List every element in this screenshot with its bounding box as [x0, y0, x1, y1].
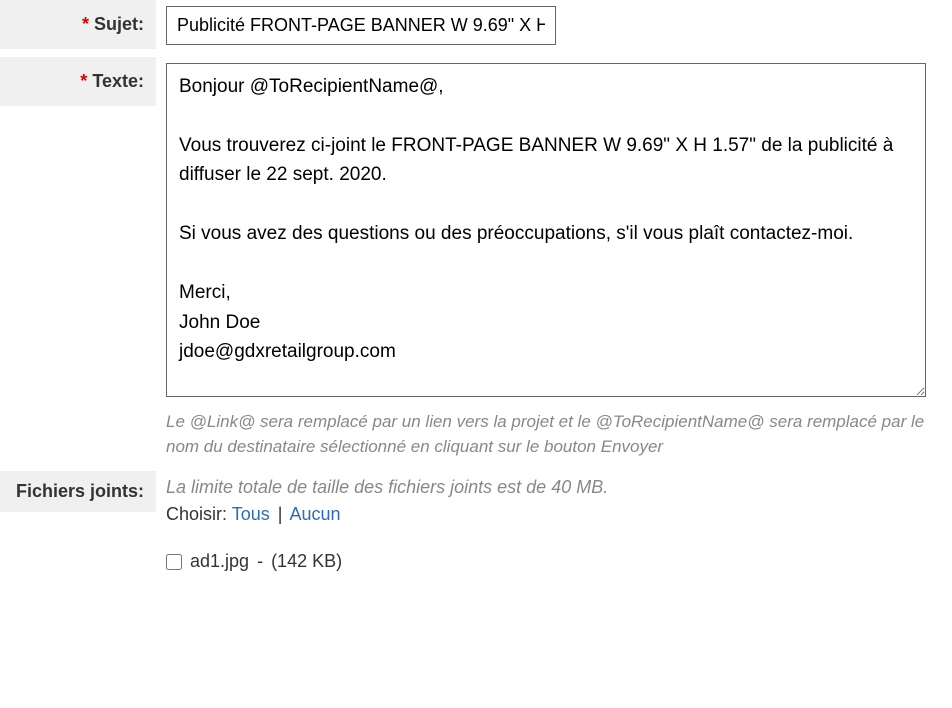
subject-input[interactable] — [166, 6, 556, 45]
attachments-label: Fichiers joints: — [0, 471, 156, 512]
subject-label: * Sujet: — [0, 0, 156, 49]
choose-separator: | — [278, 504, 283, 524]
file-name: ad1.jpg — [190, 551, 249, 572]
file-checkbox[interactable] — [166, 554, 182, 570]
body-label: * Texte: — [0, 57, 156, 106]
file-dash: - — [257, 551, 263, 572]
file-size: (142 KB) — [271, 551, 342, 572]
body-label-text: Texte: — [92, 71, 144, 91]
choose-row: Choisir: Tous | Aucun — [166, 504, 942, 525]
choose-none-link[interactable]: Aucun — [289, 504, 340, 524]
choose-all-link[interactable]: Tous — [232, 504, 270, 524]
required-mark: * — [80, 71, 87, 91]
subject-label-text: Sujet: — [94, 14, 144, 34]
body-hint: Le @Link@ sera remplacé par un lien vers… — [166, 410, 926, 459]
body-textarea[interactable] — [166, 63, 926, 397]
file-row: ad1.jpg - (142 KB) — [166, 551, 942, 572]
subject-row: * Sujet: — [0, 0, 952, 51]
body-row: * Texte: Le @Link@ sera remplacé par un … — [0, 57, 952, 465]
attachments-row: Fichiers joints: La limite totale de tai… — [0, 471, 952, 578]
required-mark: * — [82, 14, 89, 34]
attachments-label-text: Fichiers joints: — [16, 481, 144, 501]
attachment-limit-hint: La limite totale de taille des fichiers … — [166, 477, 942, 498]
choose-label: Choisir: — [166, 504, 227, 524]
